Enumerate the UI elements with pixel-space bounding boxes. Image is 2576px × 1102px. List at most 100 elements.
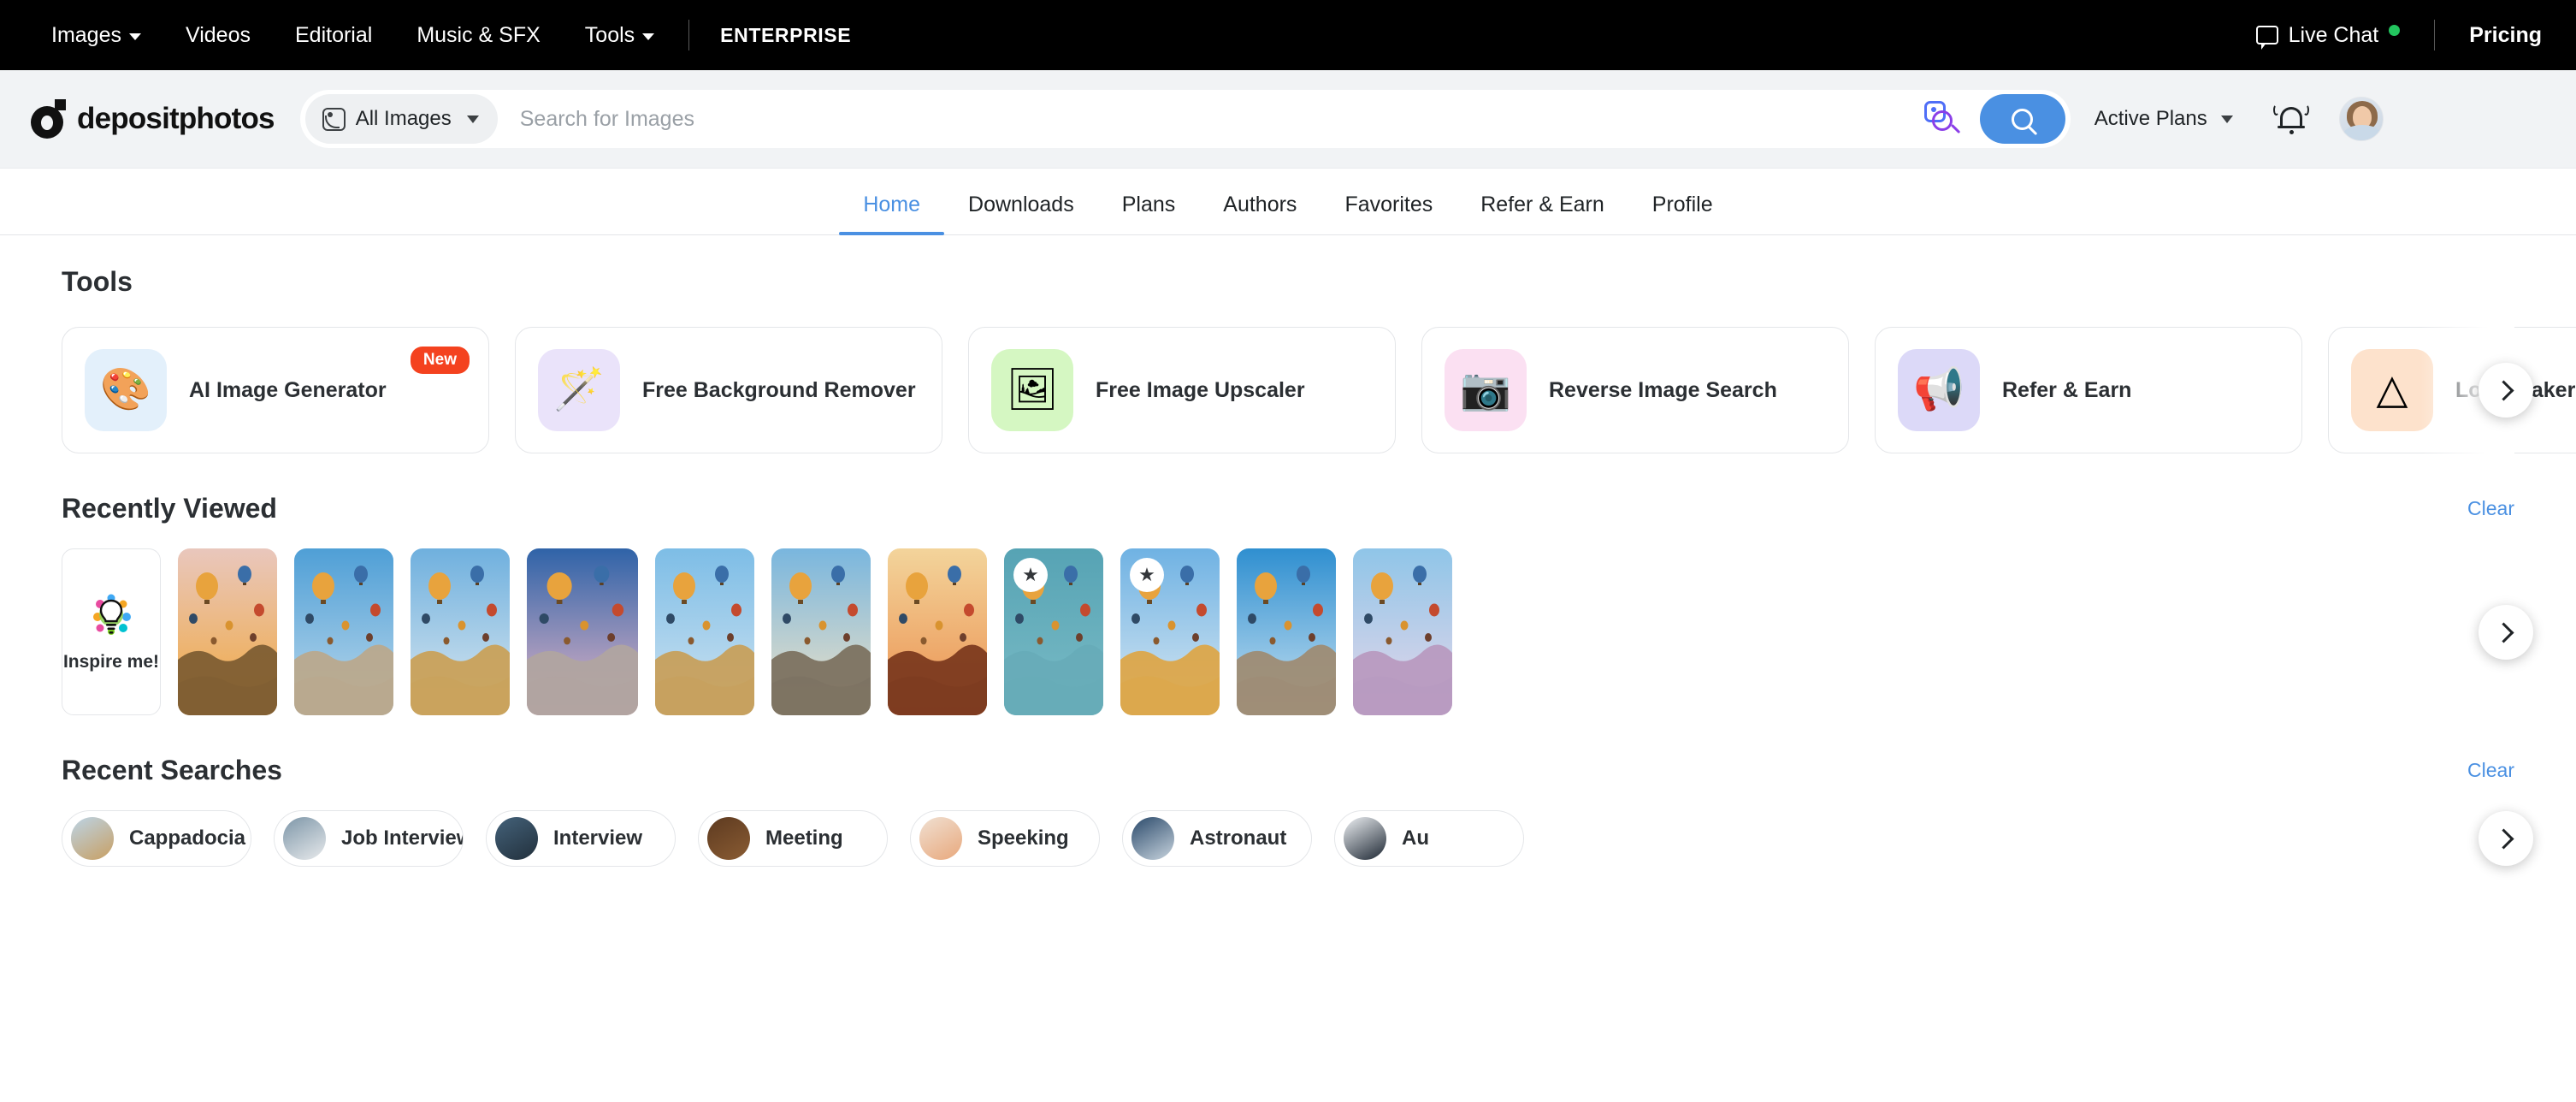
- recent-search-chip[interactable]: Job Interview: [274, 810, 464, 867]
- primary-nav: Images Videos Editorial Music & SFX Tool…: [34, 20, 870, 50]
- recent-search-chip[interactable]: Cappadocia: [62, 810, 251, 867]
- recent-search-chip[interactable]: Au: [1334, 810, 1524, 867]
- recent-searches-header: Recent Searches Clear: [62, 755, 2514, 786]
- thumbnail-image: [771, 548, 871, 715]
- site-header: depositphotos All Images Active Plans: [0, 70, 2576, 169]
- logo-wordmark: depositphotos: [77, 102, 275, 135]
- reverse-image-search-icon[interactable]: [1922, 99, 1963, 139]
- thumbnail-image: [178, 548, 277, 715]
- tools-section-header: Tools: [62, 266, 2514, 298]
- meeting-thumb: [707, 817, 750, 860]
- tools-carousel: 🎨 AI Image Generator New 🪄 Free Background R…: [62, 327, 2576, 453]
- thumbnail-image: [888, 548, 987, 715]
- recent-search-chip[interactable]: Meeting: [698, 810, 888, 867]
- recent-search-label: Job Interview: [341, 826, 464, 850]
- tab-label: Refer & Earn: [1480, 193, 1604, 216]
- live-chat-label: Live Chat: [2288, 22, 2379, 47]
- topnav-item-enterprise[interactable]: ENTERPRISE: [701, 24, 870, 47]
- recently-viewed-thumbnail[interactable]: [294, 548, 393, 715]
- recent-search-chip[interactable]: Astronaut: [1122, 810, 1312, 867]
- search-button[interactable]: [1979, 94, 2065, 144]
- ai-sparkle-icon: 🎨: [85, 349, 167, 431]
- thumbnail-image: [1237, 548, 1336, 715]
- tool-label: Free Background Remover: [642, 378, 916, 402]
- tool-card-free-image-upscaler[interactable]: 🖼 Free Image Upscaler: [968, 327, 1396, 453]
- tab-favorites[interactable]: Favorites: [1320, 193, 1456, 234]
- magic-wand-icon: 🪄: [538, 349, 620, 431]
- topnav-item-tools[interactable]: Tools: [563, 23, 676, 48]
- tab-refer-earn[interactable]: Refer & Earn: [1456, 193, 1628, 234]
- tool-card-reverse-image-search[interactable]: 📷 Reverse Image Search: [1421, 327, 1849, 453]
- recent-searches-title: Recent Searches: [62, 755, 282, 785]
- megaphone-icon: 📢: [1898, 349, 1980, 431]
- chevron-down-icon: [2220, 115, 2233, 123]
- chevron-down-icon: [642, 33, 655, 40]
- tab-home[interactable]: Home: [839, 193, 944, 235]
- tab-profile[interactable]: Profile: [1628, 193, 1737, 234]
- recently-viewed-thumbnail[interactable]: ★: [1004, 548, 1103, 715]
- recently-viewed-thumbnail[interactable]: [771, 548, 871, 715]
- clear-recently-viewed-link[interactable]: Clear: [2467, 497, 2514, 520]
- notifications-bell-icon[interactable]: [2272, 103, 2309, 135]
- recently-viewed-thumbnail[interactable]: [1237, 548, 1336, 715]
- tab-authors[interactable]: Authors: [1199, 193, 1320, 234]
- interview-thumb: [495, 817, 538, 860]
- recent-searches-carousel: Cappadocia Job Interview Interview Meeting S…: [62, 810, 2533, 867]
- astronaut-suit-thumb: [1344, 817, 1386, 860]
- tool-card-logo-maker[interactable]: △Logo Maker: [2328, 327, 2576, 453]
- topnav-label: Music & SFX: [417, 22, 541, 47]
- clear-recent-searches-link[interactable]: Clear: [2467, 759, 2514, 782]
- topnav-item-editorial[interactable]: Editorial: [273, 23, 394, 48]
- search-category-dropdown[interactable]: All Images: [304, 94, 498, 144]
- recently-viewed-thumbnail[interactable]: [888, 548, 987, 715]
- live-chat-button[interactable]: Live Chat: [2255, 22, 2423, 50]
- favorite-star-icon[interactable]: ★: [1130, 558, 1164, 592]
- chevron-down-icon: [128, 33, 141, 40]
- tab-label: Authors: [1223, 193, 1297, 216]
- topnav-item-music-sfx[interactable]: Music & SFX: [394, 23, 562, 48]
- favorite-star-icon[interactable]: ★: [1013, 558, 1048, 592]
- recently-viewed-title: Recently Viewed: [62, 493, 277, 524]
- tool-label: Free Image Upscaler: [1096, 378, 1305, 402]
- topnav-item-videos[interactable]: Videos: [163, 23, 273, 48]
- tools-next-arrow-button[interactable]: [2479, 363, 2533, 418]
- tool-label: AI Image Generator: [189, 378, 387, 402]
- active-plans-label: Active Plans: [2094, 107, 2207, 130]
- tool-card-ai-image-generator[interactable]: 🎨 AI Image Generator New: [62, 327, 489, 453]
- image-icon: [322, 107, 346, 131]
- tab-plans[interactable]: Plans: [1098, 193, 1200, 234]
- depositphotos-logo[interactable]: depositphotos: [31, 99, 275, 139]
- recently-viewed-thumbnail[interactable]: ★: [1120, 548, 1220, 715]
- recent-search-label: Au: [1402, 826, 1429, 850]
- recently-viewed-thumbnail[interactable]: [655, 548, 754, 715]
- search-icon: [2012, 108, 2034, 130]
- topnav-label: Editorial: [294, 22, 373, 47]
- upscale-icon: 🖼: [991, 349, 1073, 431]
- topnav-label: Videos: [185, 22, 251, 47]
- recently-viewed-thumbnail[interactable]: [1353, 548, 1452, 715]
- tool-card-refer-earn[interactable]: 📢 Refer & Earn: [1875, 327, 2302, 453]
- recent-search-chip[interactable]: Speeking: [910, 810, 1100, 867]
- account-tab-bar: Home Downloads Plans Authors Favorites Refer …: [0, 169, 2576, 235]
- thumbnail-image: [294, 548, 393, 715]
- recently-viewed-thumbnail[interactable]: [178, 548, 277, 715]
- user-avatar[interactable]: [2338, 97, 2384, 141]
- recent-search-label: Speeking: [978, 826, 1069, 850]
- active-plans-dropdown[interactable]: Active Plans: [2094, 107, 2233, 131]
- pricing-link[interactable]: Pricing: [2447, 23, 2542, 48]
- recently-viewed-next-arrow-button[interactable]: [2479, 605, 2533, 660]
- recently-viewed-thumbnail[interactable]: [411, 548, 510, 715]
- tool-card-free-background-remover[interactable]: 🪄 Free Background Remover: [515, 327, 942, 453]
- search-input[interactable]: [497, 106, 1922, 132]
- recent-searches-next-arrow-button[interactable]: [2479, 811, 2533, 866]
- recent-search-chip[interactable]: Interview: [486, 810, 676, 867]
- chevron-right-icon: [2493, 379, 2514, 401]
- tab-downloads[interactable]: Downloads: [944, 193, 1098, 234]
- inspire-me-tile[interactable]: Inspire me!: [62, 548, 161, 715]
- astronaut-thumb: [1131, 817, 1174, 860]
- topnav-item-images[interactable]: Images: [34, 23, 163, 48]
- recently-viewed-thumbnail[interactable]: [527, 548, 638, 715]
- tab-label: Downloads: [968, 193, 1074, 216]
- tab-label: Favorites: [1344, 193, 1433, 216]
- tab-label: Profile: [1651, 193, 1713, 216]
